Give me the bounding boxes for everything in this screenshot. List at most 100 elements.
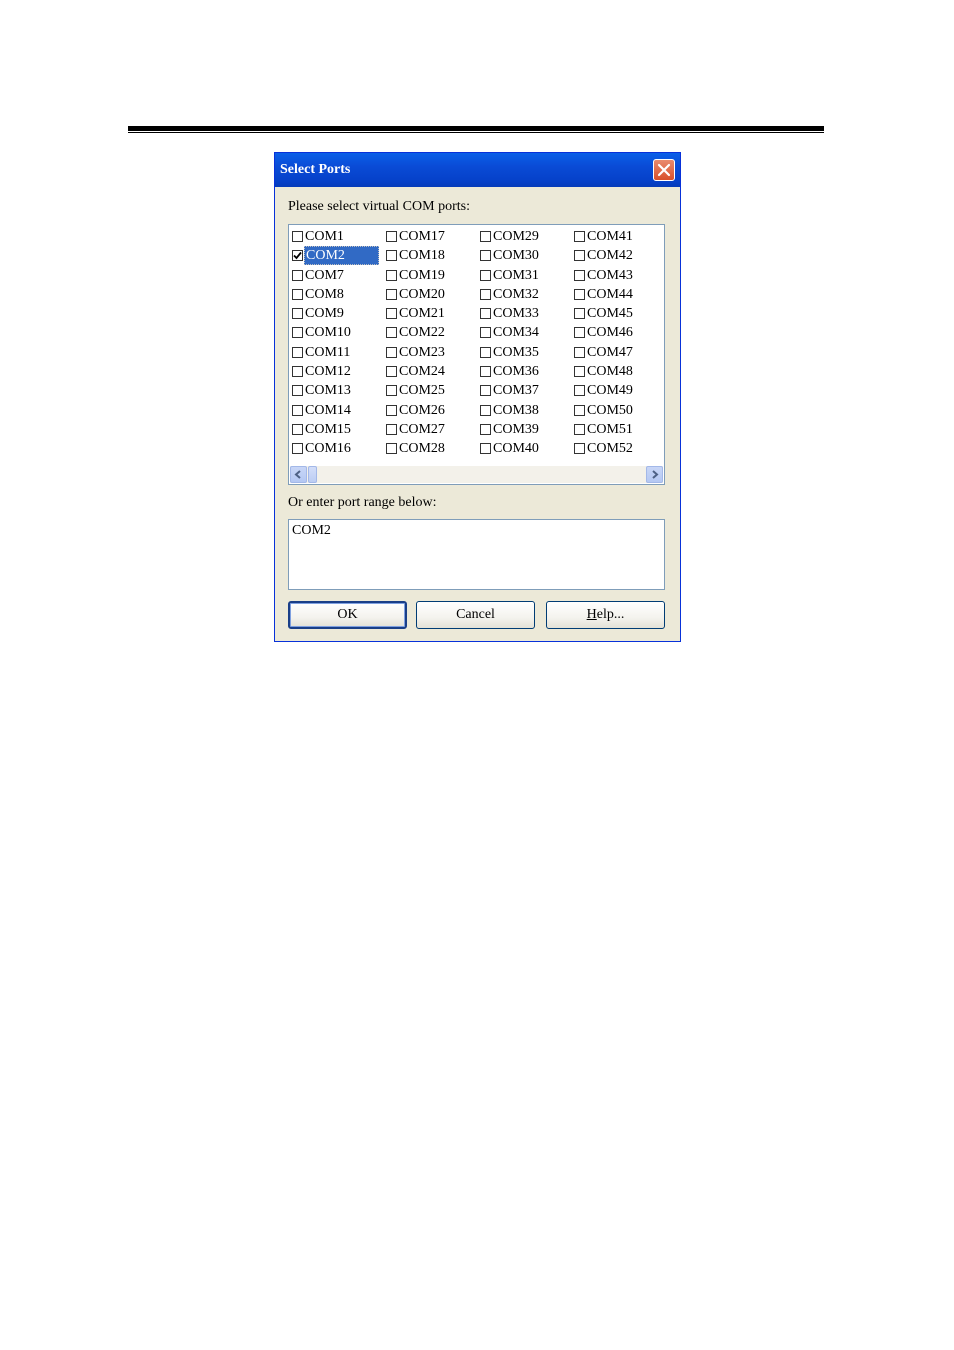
checkbox[interactable] [386,231,397,242]
checkbox[interactable] [574,423,585,435]
port-checkbox-item[interactable]: COM10 [291,323,385,342]
checkbox[interactable] [480,423,491,435]
port-checkbox-item[interactable]: COM33 [479,304,573,323]
checkbox[interactable] [386,385,397,397]
port-checkbox-item[interactable]: COM11 [291,343,385,362]
port-checkbox-item[interactable]: COM22 [385,323,479,342]
port-checkbox-item[interactable]: COM28 [385,439,479,458]
checkbox[interactable] [574,231,585,242]
port-checkbox-item[interactable]: COM30 [479,246,573,265]
checkbox[interactable] [292,269,303,281]
port-checkbox-item[interactable]: COM21 [385,304,479,323]
checkbox-checked[interactable] [292,250,303,262]
help-button[interactable]: Help... [546,601,665,629]
checkbox[interactable] [574,269,585,281]
port-checkbox-item[interactable]: COM16 [291,439,385,458]
checkbox[interactable] [480,327,491,339]
checkbox[interactable] [292,423,303,435]
checkbox[interactable] [386,404,397,416]
checkbox[interactable] [574,288,585,300]
cancel-button[interactable]: Cancel [416,601,535,629]
port-checkbox-item[interactable]: COM46 [573,323,664,342]
checkbox[interactable] [386,288,397,300]
ok-button[interactable]: OK [288,601,407,629]
checkbox[interactable] [386,443,397,455]
port-checkbox-item[interactable]: COM38 [479,401,573,420]
checkbox[interactable] [480,443,491,455]
port-checkbox-item[interactable]: COM15 [291,420,385,439]
port-checkbox-item[interactable]: COM42 [573,246,664,265]
checkbox[interactable] [386,423,397,435]
checkbox[interactable] [386,269,397,281]
port-checkbox-item[interactable]: COM32 [479,285,573,304]
port-checkbox-item[interactable]: COM24 [385,362,479,381]
scroll-right-button[interactable] [646,466,663,483]
port-checkbox-item[interactable]: COM35 [479,343,573,362]
port-checkbox-item[interactable]: COM39 [479,420,573,439]
port-checkbox-item[interactable]: COM44 [573,285,664,304]
port-checkbox-item[interactable]: COM18 [385,246,479,265]
port-checkbox-item[interactable]: COM45 [573,304,664,323]
checkbox[interactable] [574,327,585,339]
checkbox[interactable] [480,346,491,358]
checkbox[interactable] [386,250,397,262]
port-checkbox-item[interactable]: COM43 [573,266,664,285]
port-checkbox-item[interactable]: COM29 [479,227,573,246]
port-checkbox-item[interactable]: COM14 [291,401,385,420]
port-checkbox-item[interactable]: COM13 [291,381,385,400]
checkbox[interactable] [574,346,585,358]
checkbox[interactable] [386,346,397,358]
checkbox[interactable] [292,231,303,242]
checkbox[interactable] [574,308,585,320]
checkbox[interactable] [574,385,585,397]
checkbox[interactable] [480,269,491,281]
port-checkbox-item[interactable]: COM51 [573,420,664,439]
port-checkbox-item[interactable]: COM9 [291,304,385,323]
port-range-input[interactable]: COM2 [288,519,665,590]
checkbox[interactable] [386,327,397,339]
port-checkbox-item[interactable]: COM23 [385,343,479,362]
port-checkbox-item[interactable]: COM7 [291,266,385,285]
port-checkbox-item[interactable]: COM50 [573,401,664,420]
port-checkbox-item[interactable]: COM26 [385,401,479,420]
checkbox[interactable] [480,385,491,397]
checkbox[interactable] [292,404,303,416]
horizontal-scrollbar[interactable] [290,466,663,483]
scroll-left-button[interactable] [290,466,307,483]
port-checkbox-item[interactable]: COM20 [385,285,479,304]
port-checkbox-item[interactable]: COM8 [291,285,385,304]
port-checkbox-item[interactable]: COM31 [479,266,573,285]
close-button[interactable] [653,159,675,181]
title-bar[interactable]: Select Ports [275,153,680,187]
port-checkbox-item[interactable]: COM12 [291,362,385,381]
port-checkbox-item[interactable]: COM36 [479,362,573,381]
port-checkbox-item[interactable]: COM19 [385,266,479,285]
port-checkbox-item[interactable]: COM49 [573,381,664,400]
port-checkbox-item[interactable]: COM41 [573,227,664,246]
checkbox[interactable] [386,308,397,320]
checkbox[interactable] [292,308,303,320]
checkbox[interactable] [574,404,585,416]
port-list[interactable]: COM1 COM17 COM29 COM41 COM2 COM18 COM30 COM42 CO… [288,224,665,485]
checkbox[interactable] [292,443,303,455]
port-checkbox-item[interactable]: COM2 [291,246,385,266]
checkbox[interactable] [480,404,491,416]
checkbox[interactable] [574,250,585,262]
checkbox[interactable] [292,346,303,358]
checkbox[interactable] [480,231,491,242]
checkbox[interactable] [480,308,491,320]
port-checkbox-item[interactable]: COM52 [573,439,664,458]
port-checkbox-item[interactable]: COM47 [573,343,664,362]
checkbox[interactable] [480,288,491,300]
port-checkbox-item[interactable]: COM27 [385,420,479,439]
checkbox[interactable] [574,366,585,378]
checkbox[interactable] [480,250,491,262]
checkbox[interactable] [386,366,397,378]
port-checkbox-item[interactable]: COM1 [291,227,385,246]
checkbox[interactable] [292,366,303,378]
port-checkbox-item[interactable]: COM25 [385,381,479,400]
port-checkbox-item[interactable]: COM34 [479,323,573,342]
checkbox[interactable] [292,327,303,339]
checkbox[interactable] [574,443,585,455]
port-checkbox-item[interactable]: COM40 [479,439,573,458]
